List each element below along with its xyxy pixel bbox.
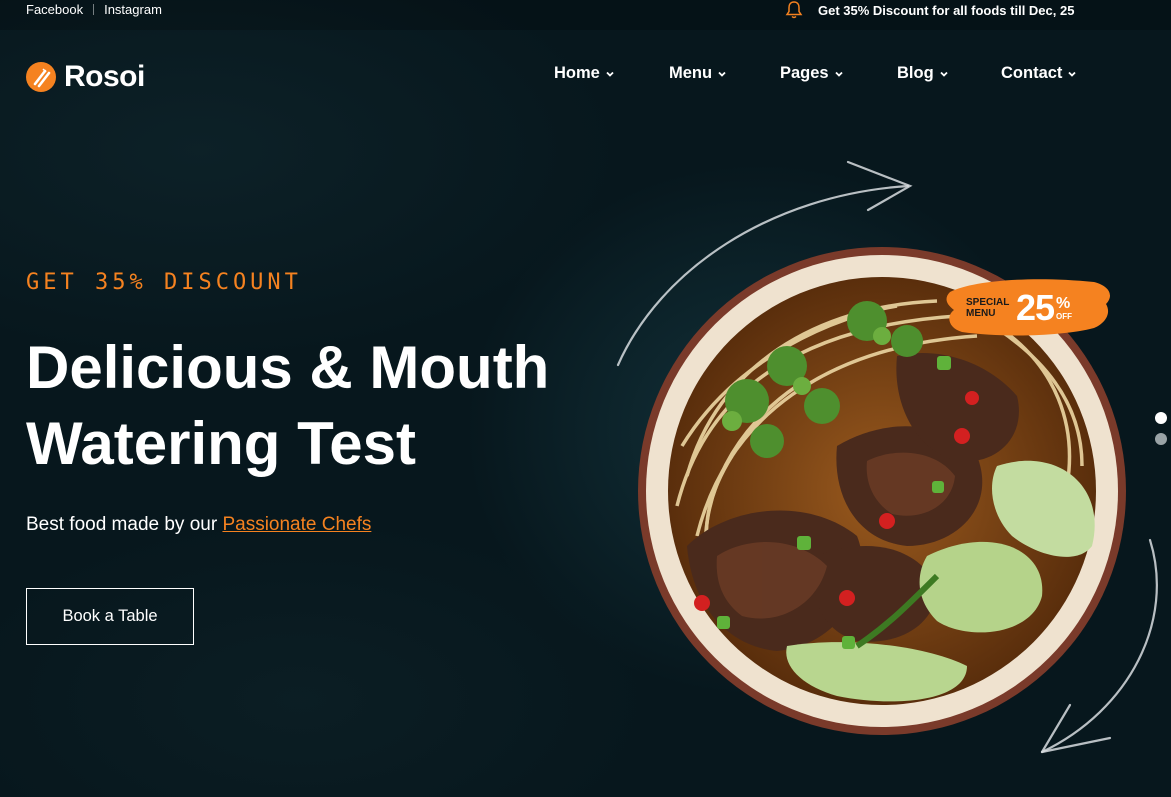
promo-banner: Get 35% Discount for all foods till Dec,… — [784, 0, 1074, 20]
badge-label-line: MENU — [966, 308, 996, 319]
top-bar: Facebook Instagram Get 35% Discount for … — [0, 0, 1171, 30]
badge-label: SPECIAL MENU — [966, 297, 1016, 319]
facebook-link[interactable]: Facebook — [26, 2, 83, 17]
slider-dot-2[interactable] — [1155, 433, 1167, 445]
headline-line: Watering Test — [26, 410, 417, 477]
instagram-link[interactable]: Instagram — [104, 2, 162, 17]
chevron-down-icon — [1068, 71, 1077, 77]
percent-sign: % — [1056, 294, 1071, 312]
hero-subtext: Best food made by our Passionate Chefs — [26, 514, 371, 536]
nav-item-label: Menu — [669, 64, 713, 82]
badge-value: 25 — [1016, 287, 1055, 328]
subtext-label: Best food made by our — [26, 514, 223, 535]
badge-content: SPECIAL MENU 25 % OFF — [944, 274, 1114, 342]
promo-text: Get 35% Discount for all foods till Dec,… — [818, 2, 1075, 18]
hero-headline: Delicious & Mouth Watering Test — [26, 330, 626, 482]
nav-item-pages[interactable]: Pages — [780, 64, 844, 83]
off-label: OFF — [1056, 311, 1073, 321]
chevron-down-icon — [940, 71, 948, 77]
book-table-button[interactable]: Book a Table — [26, 588, 194, 645]
headline-line: Delicious & Mouth — [26, 334, 550, 401]
nav-item-label: Blog — [897, 64, 934, 82]
slider-dot-1[interactable] — [1155, 412, 1167, 424]
nav-item-home[interactable]: Home — [554, 64, 615, 83]
slider-pagination — [1155, 412, 1167, 454]
nav-item-blog[interactable]: Blog — [897, 64, 949, 83]
bell-icon — [785, 1, 803, 19]
chevron-down-icon — [718, 71, 726, 77]
main-nav: Home Menu Pages Blog Contact — [0, 64, 1171, 88]
nav-item-label: Home — [554, 64, 600, 82]
badge-percent: % OFF — [1056, 294, 1073, 321]
nav-item-label: Pages — [780, 64, 829, 82]
nav-item-label: Contact — [1001, 64, 1063, 82]
hero-eyebrow: GET 35% DISCOUNT — [26, 270, 302, 295]
social-links: Facebook Instagram — [26, 2, 162, 17]
divider — [93, 4, 95, 15]
nav-item-menu[interactable]: Menu — [669, 64, 727, 83]
chevron-down-icon — [834, 71, 843, 77]
nav-item-contact[interactable]: Contact — [1001, 64, 1077, 83]
special-menu-badge: SPECIAL MENU 25 % OFF — [944, 274, 1114, 342]
chevron-down-icon — [606, 71, 614, 77]
badge-label-line: SPECIAL — [966, 297, 1010, 308]
chefs-link[interactable]: Passionate Chefs — [222, 514, 371, 535]
